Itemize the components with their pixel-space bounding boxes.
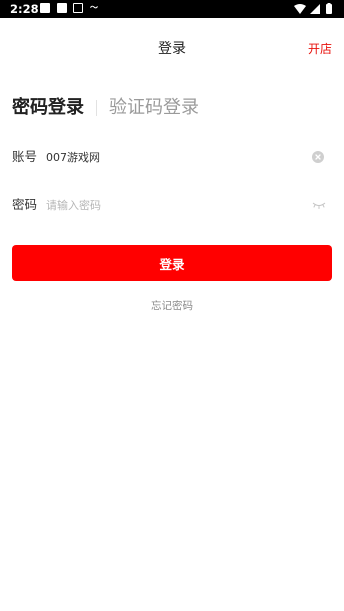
password-row: 密码 <box>12 193 332 217</box>
open-store-link[interactable]: 开店 <box>308 40 332 58</box>
status-bar: 2:28 〜 <box>0 0 344 18</box>
tab-code-login[interactable]: 验证码登录 <box>109 95 199 121</box>
notification-icon: 〜 <box>90 3 98 12</box>
account-label: 账号 <box>12 149 38 164</box>
top-bar: 登录 开店 <box>0 18 344 78</box>
login-tabs: 密码登录 验证码登录 <box>12 94 199 122</box>
wifi-icon <box>294 4 306 14</box>
square-icon <box>40 3 50 13</box>
clear-icon[interactable] <box>312 151 324 163</box>
password-label: 密码 <box>12 197 38 212</box>
battery-icon <box>326 4 332 14</box>
a-icon <box>73 3 83 13</box>
square-icon <box>57 3 67 13</box>
page-title: 登录 <box>158 41 186 57</box>
login-button[interactable]: 登录 <box>12 245 332 281</box>
account-input[interactable] <box>46 145 296 169</box>
tab-password-login[interactable]: 密码登录 <box>12 95 84 121</box>
forgot-password-link[interactable]: 忘记密码 <box>0 298 344 314</box>
account-row: 账号 <box>12 145 332 169</box>
eye-closed-icon[interactable] <box>312 201 326 209</box>
status-right-icons <box>294 3 332 14</box>
signal-icon <box>310 4 320 14</box>
tab-divider <box>96 100 97 116</box>
status-time: 2:28 <box>10 2 39 16</box>
password-input[interactable] <box>46 193 296 217</box>
